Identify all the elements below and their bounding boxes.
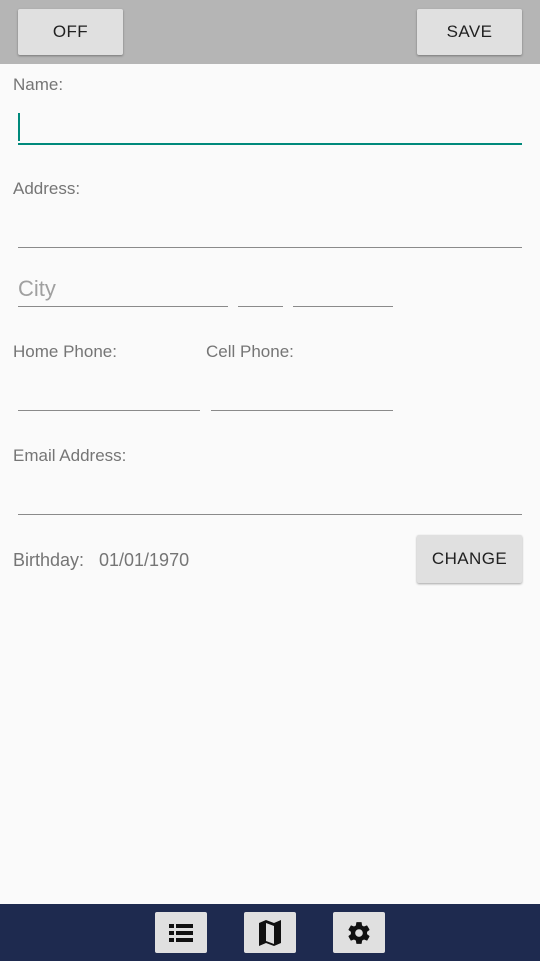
email-label: Email Address: [13, 446, 127, 465]
city-field[interactable]: City [18, 267, 228, 307]
address-label: Address: [13, 179, 81, 198]
bottom-nav-bar [0, 904, 540, 961]
top-toolbar: OFF SAVE [0, 0, 540, 64]
state-field[interactable] [238, 267, 283, 307]
name-field[interactable] [18, 105, 522, 145]
home-phone-label: Home Phone: [13, 342, 117, 361]
birthday-value: 01/01/1970 [99, 550, 190, 570]
save-button[interactable]: SAVE [417, 9, 522, 55]
zip-field[interactable] [293, 267, 393, 307]
name-label: Name: [13, 75, 64, 94]
gear-icon [348, 921, 370, 944]
list-icon [169, 923, 193, 942]
off-button[interactable]: OFF [18, 9, 123, 55]
nav-list-button[interactable] [155, 912, 207, 953]
city-placeholder: City [18, 276, 56, 301]
birthday-label: Birthday: [13, 550, 85, 570]
change-birthday-button[interactable]: CHANGE [417, 535, 522, 583]
email-field[interactable] [18, 475, 522, 515]
nav-map-button[interactable] [244, 912, 296, 953]
nav-settings-button[interactable] [333, 912, 385, 953]
contact-screen: OFF SAVE Name: Address: City Home Phone:… [0, 0, 540, 961]
text-caret [18, 113, 20, 141]
address-field[interactable] [18, 208, 522, 248]
map-icon [259, 919, 281, 946]
cell-phone-label: Cell Phone: [206, 342, 294, 361]
cell-phone-field[interactable] [211, 371, 393, 411]
home-phone-field[interactable] [18, 371, 200, 411]
